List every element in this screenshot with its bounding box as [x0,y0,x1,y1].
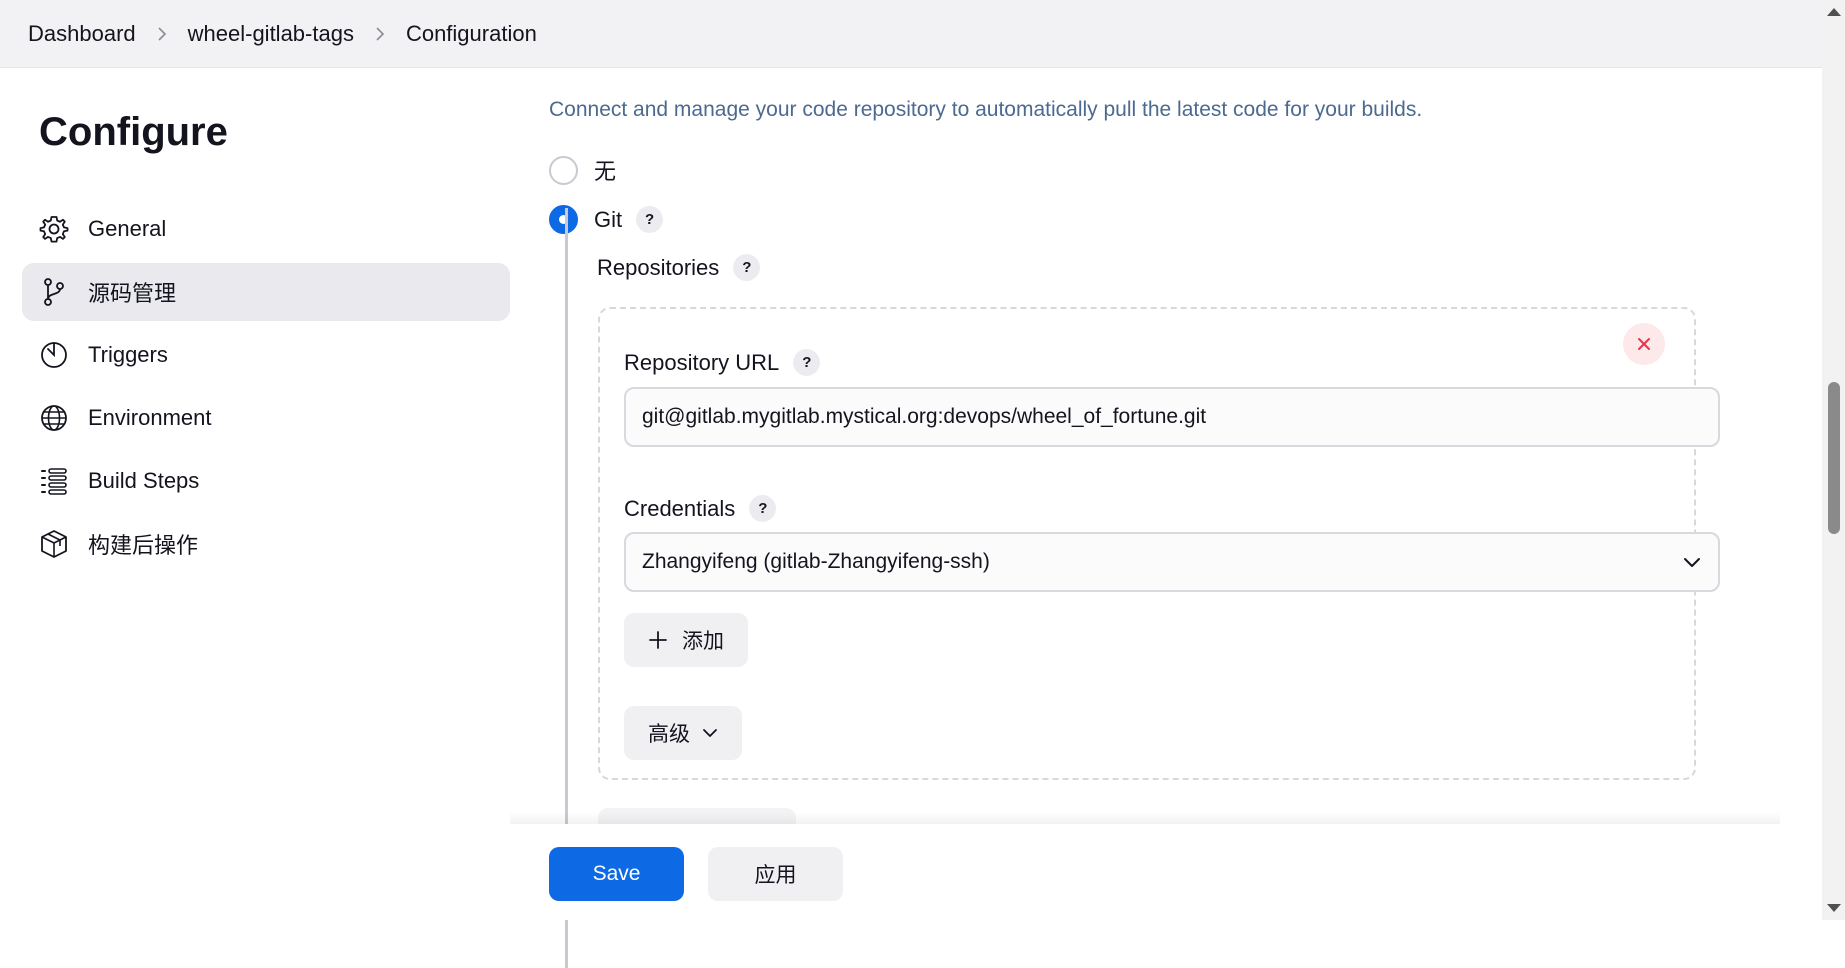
git-branch-icon [38,276,70,308]
sidebar-item-build-steps[interactable]: Build Steps [22,452,510,510]
globe-icon [38,402,70,434]
sidebar-title: Configure [39,110,228,154]
credentials-help-button[interactable]: ? [749,495,777,522]
sidebar-item-triggers[interactable]: Triggers [22,326,510,384]
radio-option-none[interactable]: 无 [549,154,616,186]
bottom-bar-shadow [510,812,1780,824]
sidebar-item-label: 构建后操作 [88,533,199,558]
credentials-label: Credentials [624,495,736,521]
radio-git[interactable] [549,205,578,234]
repository-entry: Repository URL ? git@gitlab.mygitlab.mys… [598,307,1720,780]
repository-url-label: Repository URL [624,349,780,375]
radio-label-git: Git [594,206,623,232]
scm-description: Connect and manage your code repository … [549,98,1423,121]
radio-label-none: 无 [594,159,617,184]
add-credentials-button[interactable]: 添加 [624,613,748,667]
save-button[interactable]: Save [549,847,684,901]
scroll-thumb[interactable] [1828,382,1840,534]
sidebar-item-post-build[interactable]: 构建后操作 [22,515,510,573]
sidebar-item-general[interactable]: General [22,200,510,258]
breadcrumb-dashboard[interactable]: Dashboard [28,21,136,47]
gear-icon [38,213,70,245]
repositories-help-button[interactable]: ? [733,254,761,281]
scroll-up-arrow-icon[interactable] [1827,8,1841,16]
breadcrumb-job[interactable]: wheel-gitlab-tags [188,21,354,47]
credentials-header: Credentials ? [624,495,777,522]
scroll-down-arrow-icon[interactable] [1827,904,1841,912]
sidebar-item-scm[interactable]: 源码管理 [22,263,510,321]
advanced-button[interactable]: 高级 [624,706,742,760]
list-steps-icon [38,465,70,497]
advanced-label: 高级 [648,723,690,746]
sidebar-nav: General 源码管理 Triggers Environment Build … [22,200,510,578]
apply-button[interactable]: 应用 [708,847,843,901]
plus-icon [649,631,667,649]
package-icon [38,528,70,560]
repository-url-header: Repository URL ? [624,349,821,376]
chevron-down-icon [703,729,717,737]
sidebar-item-label: Environment [88,405,212,430]
repository-url-help-button[interactable]: ? [793,349,821,376]
breadcrumb: Dashboard wheel-gitlab-tags Configuratio… [0,0,1822,68]
add-credentials-label: 添加 [682,630,724,653]
git-help-button[interactable]: ? [636,206,664,233]
close-icon [1638,338,1650,350]
credentials-selected-value: Zhangyifeng (gitlab-Zhangyifeng-ssh) [642,550,990,573]
chevron-down-icon [1684,558,1700,567]
timer-icon [38,339,70,371]
vertical-scrollbar[interactable] [1822,0,1845,920]
delete-repository-button[interactable] [1623,323,1665,365]
chevron-right-icon [136,26,188,41]
sidebar-item-label: 源码管理 [88,281,177,306]
chevron-right-icon [354,26,406,41]
repositories-label: Repositories [597,254,720,280]
radio-none[interactable] [549,155,578,185]
breadcrumb-configuration[interactable]: Configuration [406,21,537,47]
sidebar-item-environment[interactable]: Environment [22,389,510,447]
sidebar-item-label: General [88,216,167,241]
repositories-header: Repositories ? [597,254,761,281]
sidebar-item-label: Build Steps [88,468,200,493]
credentials-select[interactable]: Zhangyifeng (gitlab-Zhangyifeng-ssh) [624,532,1720,592]
sidebar-item-label: Triggers [88,342,168,367]
repository-url-input[interactable]: git@gitlab.mygitlab.mystical.org:devops/… [624,387,1720,447]
bottom-action-bar [510,824,1800,920]
